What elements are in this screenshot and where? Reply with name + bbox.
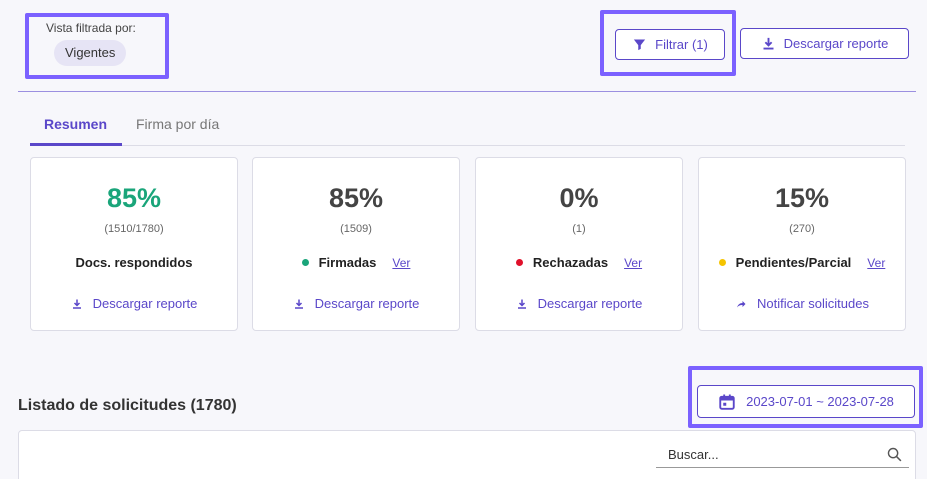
download-report-label: Descargar reporte [783,36,889,51]
filter-button-label: Filtrar (1) [655,37,708,52]
tab-resumen[interactable]: Resumen [44,116,107,132]
filter-view-label: Vista filtrada por: [46,21,136,35]
card-label-row: Docs. respondidos [31,255,237,270]
list-title: Listado de solicitudes (1780) [18,397,237,414]
card-label: Firmadas [318,255,377,270]
card-label-row: Firmadas Ver [253,255,459,270]
funnel-icon [634,39,646,51]
card-percent: 0% [559,183,599,213]
card-notify-link[interactable]: Notificar solicitudes [699,296,905,311]
filter-button[interactable]: Filtrar (1) [615,29,725,60]
download-icon [763,37,774,50]
download-icon [294,299,303,309]
card-action-label: Descargar reporte [92,296,198,311]
search-icon[interactable] [886,446,903,463]
card-action-label: Notificar solicitudes [757,296,869,311]
date-range-picker[interactable]: 2023-07-01 ~ 2023-07-28 [697,385,915,418]
tab-resumen-label: Resumen [44,116,108,132]
card-label: Docs. respondidos [75,255,193,270]
card-percent: 15% [774,183,830,213]
card-rechazadas: 0% (1) Rechazadas Ver Descargar reporte [475,157,683,331]
ver-link[interactable]: Ver [392,256,410,270]
card-detail: (1) [572,223,586,235]
card-detail: (270) [789,223,815,235]
ver-link[interactable]: Ver [624,256,642,270]
status-dot-yellow [718,259,726,266]
tab-firma-por-dia-label: Firma por día [136,116,220,132]
card-percent: 85% [106,183,162,213]
card-detail: (1509) [340,223,372,235]
card-percent: 85% [328,183,384,213]
card-label: Pendientes/Parcial [735,255,852,270]
share-arrow-icon [737,300,746,307]
card-label-row: Rechazadas Ver [476,255,682,270]
download-icon [517,299,526,309]
card-download-link[interactable]: Descargar reporte [476,296,682,311]
card-action-label: Descargar reporte [314,296,420,311]
date-range-label: 2023-07-01 ~ 2023-07-28 [746,394,894,409]
filter-chip-vigentes[interactable]: Vigentes [54,40,127,66]
card-label: Rechazadas [532,255,609,270]
card-download-link[interactable]: Descargar reporte [253,296,459,311]
card-detail: (1510/1780) [104,223,164,235]
search-input[interactable] [656,441,909,468]
card-download-link[interactable]: Descargar reporte [31,296,237,311]
header-divider [18,91,916,92]
tab-bar: Resumen Firma por día [30,110,905,146]
tab-firma-por-dia[interactable]: Firma por día [136,116,219,132]
card-label-row: Pendientes/Parcial Ver [699,255,905,270]
status-dot-red [515,259,523,266]
card-docs-respondidos: 85% (1510/1780) Docs. respondidos Descar… [30,157,238,331]
card-pendientes: 15% (270) Pendientes/Parcial Ver Notific… [698,157,906,331]
status-dot-green [301,259,309,266]
download-report-button[interactable]: Descargar reporte [740,28,909,59]
ver-link[interactable]: Ver [867,256,885,270]
card-firmadas: 85% (1509) Firmadas Ver Descargar report… [252,157,460,331]
download-icon [72,299,81,309]
calendar-icon [719,394,735,410]
card-action-label: Descargar reporte [537,296,643,311]
active-tab-indicator [30,143,122,146]
